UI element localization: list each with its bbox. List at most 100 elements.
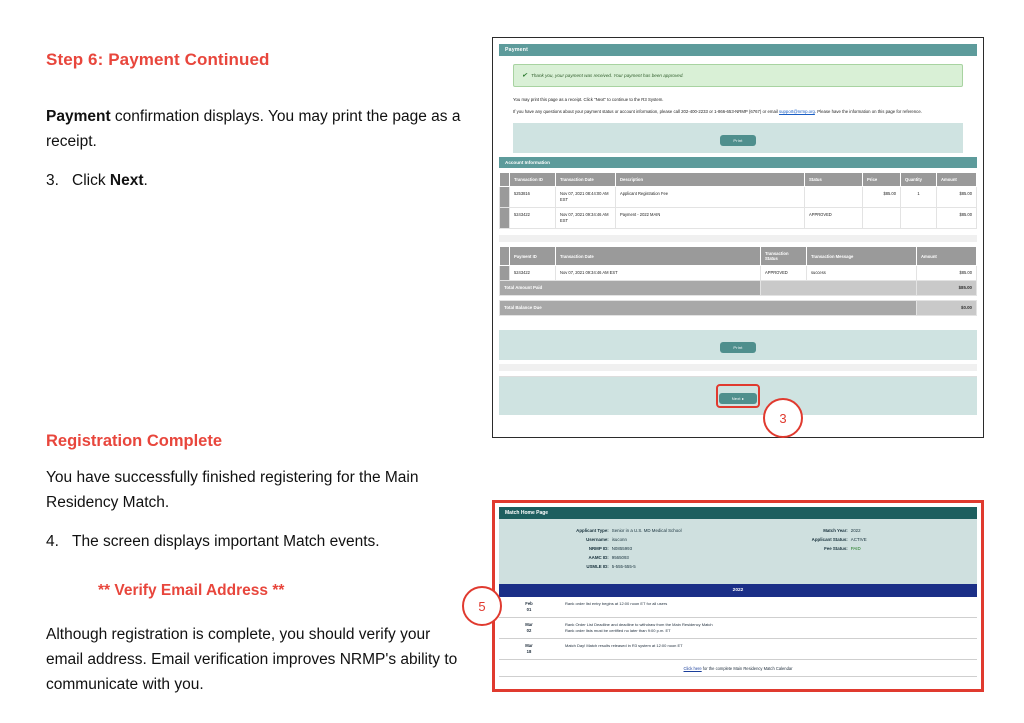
calendar-event-line: Rank order list entry begins at 12:00 no… [565,601,668,606]
callout-marker-3: 3 [763,398,803,438]
registration-complete-paragraph: You have successfully finished registeri… [46,469,419,511]
calendar-footer-text: for the complete Main Residency Match Ca… [701,666,793,671]
step-3-text: Click Next. [72,168,148,193]
cell-payment-date: Nov 07, 2021 09:34:46 AM EST [555,265,761,281]
th-transaction-id: Transaction ID [509,172,556,187]
label-match-year: Match Year: [823,528,848,533]
row-gutter [499,265,510,281]
value-applicant-type: Senior in a U.S. MD Medical School [611,528,682,533]
label-applicant-type: Applicant Type: [576,528,609,533]
label-usmle-id: USMLE ID: [586,564,609,569]
cell-description: Applicant Registration Fee [615,186,805,208]
cell-transaction-id: 5253816 [509,186,556,208]
cell-quantity [900,207,937,229]
table-header-row: Transaction ID Transaction Date Descript… [499,172,977,187]
info-row: USMLE ID: 5-555-555-5 [499,564,738,569]
step-4-number: 4. [46,533,59,550]
match-calendar-link[interactable]: Click here [684,666,702,671]
th-amount: Amount [936,172,977,187]
calendar-event-line: Rank order lists must be certified no la… [565,628,671,633]
th-payment-id: Payment ID [509,246,556,266]
payment-success-text: Thank you, your payment was received. Yo… [531,73,684,78]
cell-status [804,186,863,208]
next-button[interactable]: Next ▸ [718,393,758,404]
value-applicant-status: ACTIVE [850,537,867,542]
row-gutter-header [499,246,510,266]
next-button-band: Next ▸ [499,376,977,415]
calendar-date: Mar 02 [499,617,559,639]
step-4-text: The screen displays important Match even… [72,533,380,550]
registration-complete-heading: Registration Complete [46,432,223,450]
payment-detail-table: Payment ID Transaction Date Transaction … [499,246,977,296]
info-row: AAMC ID: 9565093 [499,555,738,560]
total-amount-paid-label: Total Amount Paid [499,280,761,296]
cell-transaction-date: Nov 07, 2021 08:44:00 AM EST [555,186,616,208]
account-information-section-title: Account Information [499,157,977,168]
match-calendar-table: Feb 01 Rank order list entry begins at 1… [499,597,977,660]
th-transaction-message: Transaction Message [806,246,917,266]
row-gutter-header [499,172,510,187]
verify-email-heading: ** Verify Email Address ** [98,582,285,599]
total-amount-paid-spacer [760,280,917,296]
info-row: Match Year: 2022 [738,528,977,533]
table-separator [499,235,977,242]
value-match-year: 2022 [850,528,861,533]
instruction-column-top: Step 6: Payment Continued Payment confir… [46,50,466,207]
table-header-row: Payment ID Transaction Date Transaction … [499,246,977,266]
label-aamc-id: AAMC ID: [588,555,609,560]
payment-table-wrapper: Payment ID Transaction Date Transaction … [499,242,977,322]
th-price: Price [862,172,901,187]
value-username: isuconn [611,537,627,542]
print-button-top[interactable]: Print [720,135,756,146]
calendar-footer: Click here for the complete Main Residen… [499,660,977,677]
row-gutter [499,186,510,208]
calendar-date: Mar 18 [499,638,559,660]
table-row: 5243422 Nov 07, 2021 09:34:46 AM EST Pay… [499,207,977,229]
match-year-bar: 2022 [499,584,977,597]
verify-email-paragraph: Although registration is complete, you s… [46,626,458,693]
instruction-column-bottom: Registration Complete You have successfu… [46,432,466,711]
print-button-bottom[interactable]: Print [720,342,756,353]
step-3-item: 3. Click Next. [46,168,466,193]
step-3-number: 3. [46,172,59,189]
payment-contact-post: . Please have the information on this pa… [814,109,922,114]
th-transaction-date: Transaction Date [555,172,616,187]
info-row: Username: isuconn [499,537,738,542]
calendar-day: 18 [526,649,532,654]
payment-contact-pre: If you have any questions about your pay… [513,109,779,114]
th-status: Status [804,172,863,187]
payment-title-bar: Payment [499,44,977,56]
cell-amount: $85.00 [936,186,977,208]
payment-description-paragraph: Payment confirmation displays. You may p… [46,104,466,154]
row-gutter [499,207,510,229]
th-quantity: Quantity [900,172,937,187]
table-row: 5243422 Nov 07, 2021 09:34:46 AM EST APP… [499,265,977,281]
support-email-link[interactable]: support@nrmp.org [779,109,815,114]
table-row: Feb 01 Rank order list entry begins at 1… [499,597,977,618]
info-row: NRMP ID: N0855993 [499,546,738,551]
applicant-info-panel: Applicant Type: Senior in a U.S. MD Medi… [499,519,977,584]
cell-payment-id: 5243422 [509,265,556,281]
th-description: Description [615,172,805,187]
cell-price [862,207,901,229]
calendar-day: 01 [526,607,532,612]
payment-receipt-paragraph: You may print this page as a receipt. Cl… [513,97,664,102]
cell-amount: $85.00 [936,207,977,229]
check-icon: ✔ [522,73,528,79]
cell-transaction-date: Nov 07, 2021 09:34:46 AM EST [555,207,616,229]
payment-screenshot: Payment ✔ Thank you, your payment was re… [492,37,984,438]
calendar-event: Match Day! Match results released in R3 … [559,638,977,660]
total-amount-paid-row: Total Amount Paid $85.00 [499,280,977,296]
callout-marker-5: 5 [462,586,502,626]
payment-bold-word: Payment [46,108,111,125]
payment-body: ✔ Thank you, your payment was received. … [499,56,977,153]
account-table-wrapper: Transaction ID Transaction Date Descript… [499,168,977,235]
info-row: Applicant Type: Senior in a U.S. MD Medi… [499,528,738,533]
footer-separator [499,364,977,371]
calendar-event: Rank order list entry begins at 12:00 no… [559,597,977,618]
match-home-title-bar: Match Home Page [499,507,977,519]
payment-contact-paragraph: If you have any questions about your pay… [513,108,963,115]
print-band-top: Print [513,123,963,153]
account-information-table: Transaction ID Transaction Date Descript… [499,172,977,229]
value-usmle-id: 5-555-555-5 [611,564,636,569]
